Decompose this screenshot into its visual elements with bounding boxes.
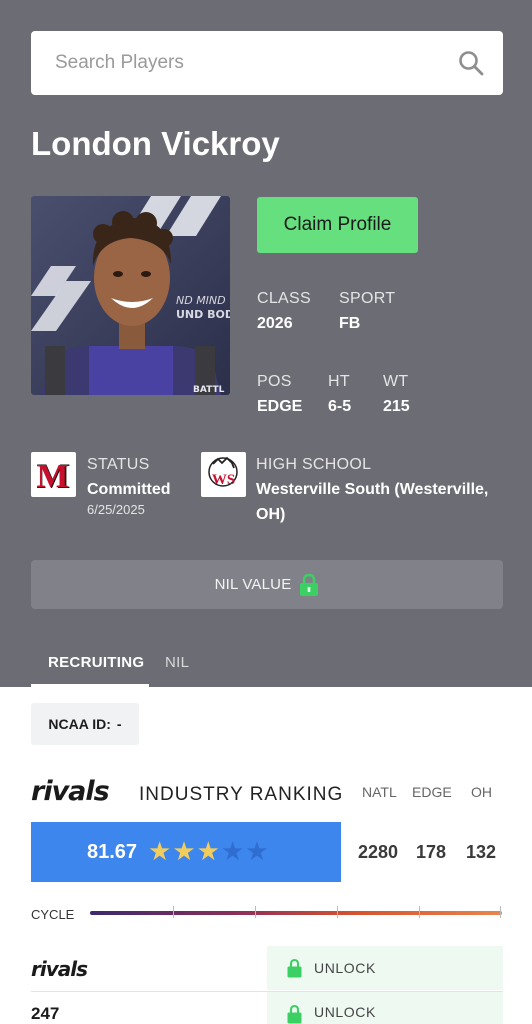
pos-label: POS [257,373,292,390]
star-filled-icon: ★ [148,837,172,867]
tab-recruiting[interactable]: RECRUITING [48,654,144,671]
unlock-rivals-button[interactable]: UNLOCK [267,946,503,990]
commit-date: 6/25/2025 [87,502,145,517]
player-name: London Vickroy [31,125,280,162]
star-filled-icon: ★ [172,837,196,867]
cycle-timeline[interactable] [90,911,502,915]
svg-text:UND BODY: UND BODY [176,308,230,321]
col-natl: NATL [362,784,397,800]
unlock-label: UNLOCK [314,1004,376,1020]
rank-national: 2280 [358,842,399,862]
lock-icon [287,958,302,978]
star-empty-icon: ★ [220,837,245,867]
high-school-logo[interactable]: WS [201,452,246,497]
ncaa-id: NCAA ID: - [31,703,139,745]
tab-nil[interactable]: NIL [165,654,189,671]
rank-position: 178 [416,842,447,862]
claim-profile-button[interactable]: Claim Profile [257,197,418,253]
high-school-state: OH) [256,506,286,523]
rating-score: 81.67 [87,841,138,863]
ranking-title: INDUSTRY RANKING [139,784,344,805]
college-logo[interactable]: M M [31,452,76,497]
lock-icon [287,1004,302,1024]
cycle-label: CYCLE [31,907,75,922]
status-label: STATUS [87,456,150,473]
ncaa-id-value: - [116,716,122,732]
unlock-247-button[interactable]: UNLOCK [267,992,503,1024]
service-rivals-logo: rivals [31,957,88,981]
rivals-logo: rivals [31,776,110,807]
class-label: CLASS [257,290,311,307]
wt-value: 215 [383,398,410,415]
sport-label: SPORT [339,290,396,307]
cycle-tick [173,906,174,918]
nil-value-button[interactable]: NIL VALUE [31,560,503,609]
cycle-tick [419,906,420,918]
star-empty-icon: ★ [245,837,269,867]
svg-text:ND MIND: ND MIND [176,294,226,307]
high-school-logo-text: WS [212,472,235,488]
col-state: OH [471,784,492,800]
unlock-label: UNLOCK [314,960,376,976]
rating-bar: 81.67 ★ ★ ★ ★ ★ [31,822,341,882]
cycle-tick [337,906,338,918]
nil-value-label: NIL VALUE [214,576,292,593]
cycle-tick [255,906,256,918]
sport-value: FB [339,315,361,332]
col-position: EDGE [412,784,452,800]
ncaa-id-label: NCAA ID: [48,716,111,732]
lock-icon [300,573,319,596]
star-rating: ★ ★ ★ ★ ★ [148,839,270,865]
rank-state: 132 [466,842,497,862]
svg-text:BATTL: BATTL [193,385,225,395]
star-filled-icon: ★ [196,837,220,867]
pos-value: EDGE [257,398,303,415]
cycle-tick [500,906,501,918]
high-school-name[interactable]: Westerville South (Westerville, [256,481,488,499]
wt-label: WT [383,373,409,390]
search-placeholder: Search Players [55,52,184,73]
active-tab-indicator [31,684,149,687]
ht-label: HT [328,373,350,390]
college-logo-letter: M [36,458,68,495]
class-value: 2026 [257,315,293,332]
high-school-label: HIGH SCHOOL [256,456,372,473]
service-247-logo: 247 [31,1004,60,1023]
search-icon[interactable] [457,49,485,77]
status-value: Committed [87,481,171,498]
search-input[interactable]: Search Players [31,31,503,95]
ht-value: 6-5 [328,398,352,415]
player-photo: ND MIND UND BODY BATTL [31,196,230,395]
